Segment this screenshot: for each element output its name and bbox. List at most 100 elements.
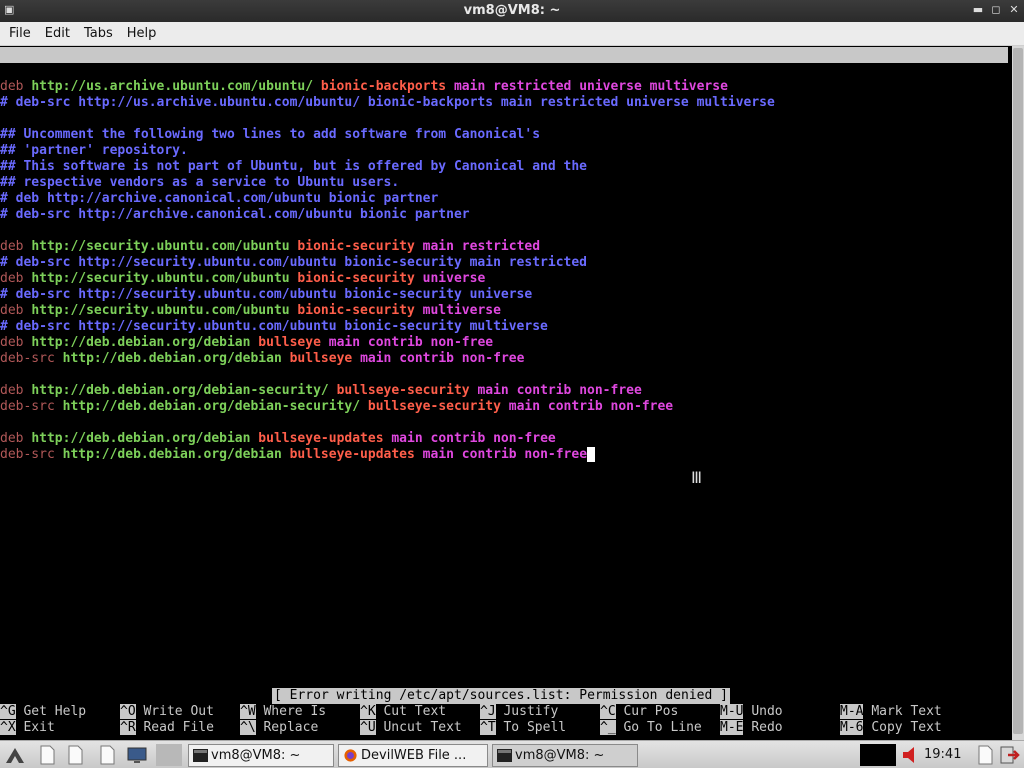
shortcut-key: ^W xyxy=(240,704,256,719)
close-icon[interactable]: ✕ xyxy=(1008,3,1020,17)
editor-line-comment[interactable]: ## Uncomment the following two lines to … xyxy=(0,127,775,143)
menu-file[interactable]: File xyxy=(2,22,38,46)
comment-text: ## 'partner' repository. xyxy=(0,143,188,158)
comment-text: ## respective vendors as a service to Ub… xyxy=(0,175,400,190)
file-icon[interactable] xyxy=(64,744,86,766)
editor-line-source[interactable]: deb-src http://deb.debian.org/debian bul… xyxy=(0,351,775,367)
editor-line-comment[interactable]: ## 'partner' repository. xyxy=(0,143,775,159)
nano-modified-indicator: Modified xyxy=(931,95,994,110)
window-title: vm8@VM8: ~ xyxy=(463,3,561,18)
shortcut-item[interactable]: ^U Uncut Text xyxy=(360,720,462,736)
shortcut-item[interactable]: ^X Exit xyxy=(0,720,55,736)
logout-icon[interactable] xyxy=(998,744,1020,766)
menu-edit[interactable]: Edit xyxy=(38,22,77,46)
source-type: deb xyxy=(0,303,24,318)
shortcut-item[interactable]: ^\ Replace xyxy=(240,720,318,736)
shortcut-label: Undo xyxy=(751,704,783,719)
source-type: deb-src xyxy=(0,447,55,462)
editor-line-blank[interactable] xyxy=(0,415,775,431)
file-icon[interactable] xyxy=(36,744,58,766)
taskbar-task-browser[interactable]: DevilWEB File ... xyxy=(338,744,488,767)
shortcut-label: Redo xyxy=(751,720,783,735)
maximize-icon[interactable]: ◻ xyxy=(990,3,1002,17)
shortcut-key: ^K xyxy=(360,704,376,719)
source-distribution: bullseye-updates xyxy=(289,447,415,462)
shortcut-item[interactable]: ^O Write Out xyxy=(120,704,214,720)
editor-line-source[interactable]: deb http://deb.debian.org/debian bullsey… xyxy=(0,335,775,351)
menu-tabs[interactable]: Tabs xyxy=(77,22,120,46)
source-components: main contrib non-free xyxy=(360,351,525,366)
minimize-icon[interactable]: ▬ xyxy=(972,3,984,17)
source-url: http://security.ubuntu.com/ubuntu xyxy=(31,271,290,286)
desktop-icon[interactable] xyxy=(126,744,148,766)
speaker-icon[interactable] xyxy=(900,744,918,766)
comment-text: # deb-src http://security.ubuntu.com/ubu… xyxy=(0,319,548,334)
scrollbar-thumb[interactable] xyxy=(1013,48,1023,734)
editor-line-comment[interactable]: # deb-src http://archive.canonical.com/u… xyxy=(0,207,775,223)
shortcut-label: Mark Text xyxy=(871,704,942,719)
shortcut-item[interactable]: ^R Read File xyxy=(120,720,214,736)
shortcut-label: Uncut Text xyxy=(383,720,462,735)
terminal-area[interactable]: GNU nano 2.9.3 /etc/apt/sources.list Mod… xyxy=(0,46,1012,740)
source-type: deb-src xyxy=(0,351,55,366)
editor-line-source[interactable]: deb-src http://deb.debian.org/debian bul… xyxy=(0,447,775,463)
shortcut-item[interactable]: ^_ Go To Line xyxy=(600,720,702,736)
status-message: [ Error writing /etc/apt/sources.list: P… xyxy=(272,688,730,704)
source-components: main restricted universe multiverse xyxy=(453,79,728,94)
source-components: main contrib non-free xyxy=(508,399,674,414)
editor-line-comment[interactable]: # deb-src http://security.ubuntu.com/ubu… xyxy=(0,255,775,271)
editor-line-comment[interactable]: # deb-src http://us.archive.ubuntu.com/u… xyxy=(0,95,775,111)
editor-line-blank[interactable] xyxy=(0,367,775,383)
editor-line-source[interactable]: deb-src http://deb.debian.org/debian-sec… xyxy=(0,399,775,415)
source-components: main contrib non-free xyxy=(328,335,494,350)
shortcut-item[interactable]: ^J Justify xyxy=(480,704,558,720)
shortcut-label: Copy Text xyxy=(871,720,942,735)
taskbar-task-terminal-active[interactable]: vm8@VM8: ~ xyxy=(492,744,638,767)
editor-line-source[interactable]: deb http://us.archive.ubuntu.com/ubuntu/… xyxy=(0,79,775,95)
source-components: main contrib non-free xyxy=(422,447,588,462)
editor-line-comment[interactable]: ## respective vendors as a service to Ub… xyxy=(0,175,775,191)
shortcut-item[interactable]: M-U Undo xyxy=(720,704,783,720)
clock[interactable]: 19:41 xyxy=(924,744,961,766)
shortcut-item[interactable]: M-E Redo xyxy=(720,720,783,736)
source-url: http://deb.debian.org/debian xyxy=(31,335,251,350)
start-menu-icon[interactable] xyxy=(4,744,26,766)
terminal-scrollbar[interactable] xyxy=(1012,46,1024,740)
source-type: deb xyxy=(0,431,24,446)
editor-line-comment[interactable]: # deb-src http://security.ubuntu.com/ubu… xyxy=(0,287,775,303)
taskbar-task-terminal[interactable]: vm8@VM8: ~ xyxy=(188,744,334,767)
shortcut-key: M-E xyxy=(720,720,744,735)
editor-line-comment[interactable]: # deb http://archive.canonical.com/ubunt… xyxy=(0,191,775,207)
editor-line-comment[interactable]: # deb-src http://security.ubuntu.com/ubu… xyxy=(0,319,775,335)
editor-line-source[interactable]: deb http://security.ubuntu.com/ubuntu bi… xyxy=(0,303,775,319)
editor-line-source[interactable]: deb http://deb.debian.org/debian-securit… xyxy=(0,383,775,399)
window-titlebar[interactable]: ▣ vm8@VM8: ~ ▬ ◻ ✕ xyxy=(0,0,1024,22)
editor-line-blank[interactable] xyxy=(0,111,775,127)
editor-line-source[interactable]: deb http://security.ubuntu.com/ubuntu bi… xyxy=(0,271,775,287)
shortcut-item[interactable]: ^K Cut Text xyxy=(360,704,446,720)
file-icon[interactable] xyxy=(96,744,118,766)
nano-version: GNU nano 2.9.3 xyxy=(4,63,114,78)
shortcut-key: ^_ xyxy=(600,720,616,735)
shortcut-item[interactable]: M-A Mark Text xyxy=(840,704,942,720)
workspace-switcher[interactable] xyxy=(156,744,182,766)
source-distribution: bullseye-security xyxy=(367,399,501,414)
shortcut-label: Write Out xyxy=(143,704,214,719)
mouse-ibeam-cursor-icon: Ⅲ xyxy=(691,468,703,487)
file-icon[interactable] xyxy=(974,744,996,766)
shortcut-item[interactable]: ^C Cur Pos xyxy=(600,704,678,720)
editor-line-source[interactable]: deb http://security.ubuntu.com/ubuntu bi… xyxy=(0,239,775,255)
shortcut-item[interactable]: M-6 Copy Text xyxy=(840,720,942,736)
shortcut-item[interactable]: ^T To Spell xyxy=(480,720,566,736)
menu-help[interactable]: Help xyxy=(120,22,164,46)
editor-line-comment[interactable]: ## This software is not part of Ubuntu, … xyxy=(0,159,775,175)
shortcut-item[interactable]: ^W Where Is xyxy=(240,704,326,720)
shortcut-item[interactable]: ^G Get Help xyxy=(0,704,86,720)
source-url: http://deb.debian.org/debian-security/ xyxy=(31,383,329,398)
editor-line-source[interactable]: deb http://deb.debian.org/debian bullsey… xyxy=(0,431,775,447)
firefox-icon xyxy=(344,749,357,762)
editor-buffer[interactable]: deb http://us.archive.ubuntu.com/ubuntu/… xyxy=(0,79,775,463)
editor-line-blank[interactable] xyxy=(0,223,775,239)
shortcut-key: ^\ xyxy=(240,720,256,735)
terminal-icon xyxy=(193,749,208,762)
